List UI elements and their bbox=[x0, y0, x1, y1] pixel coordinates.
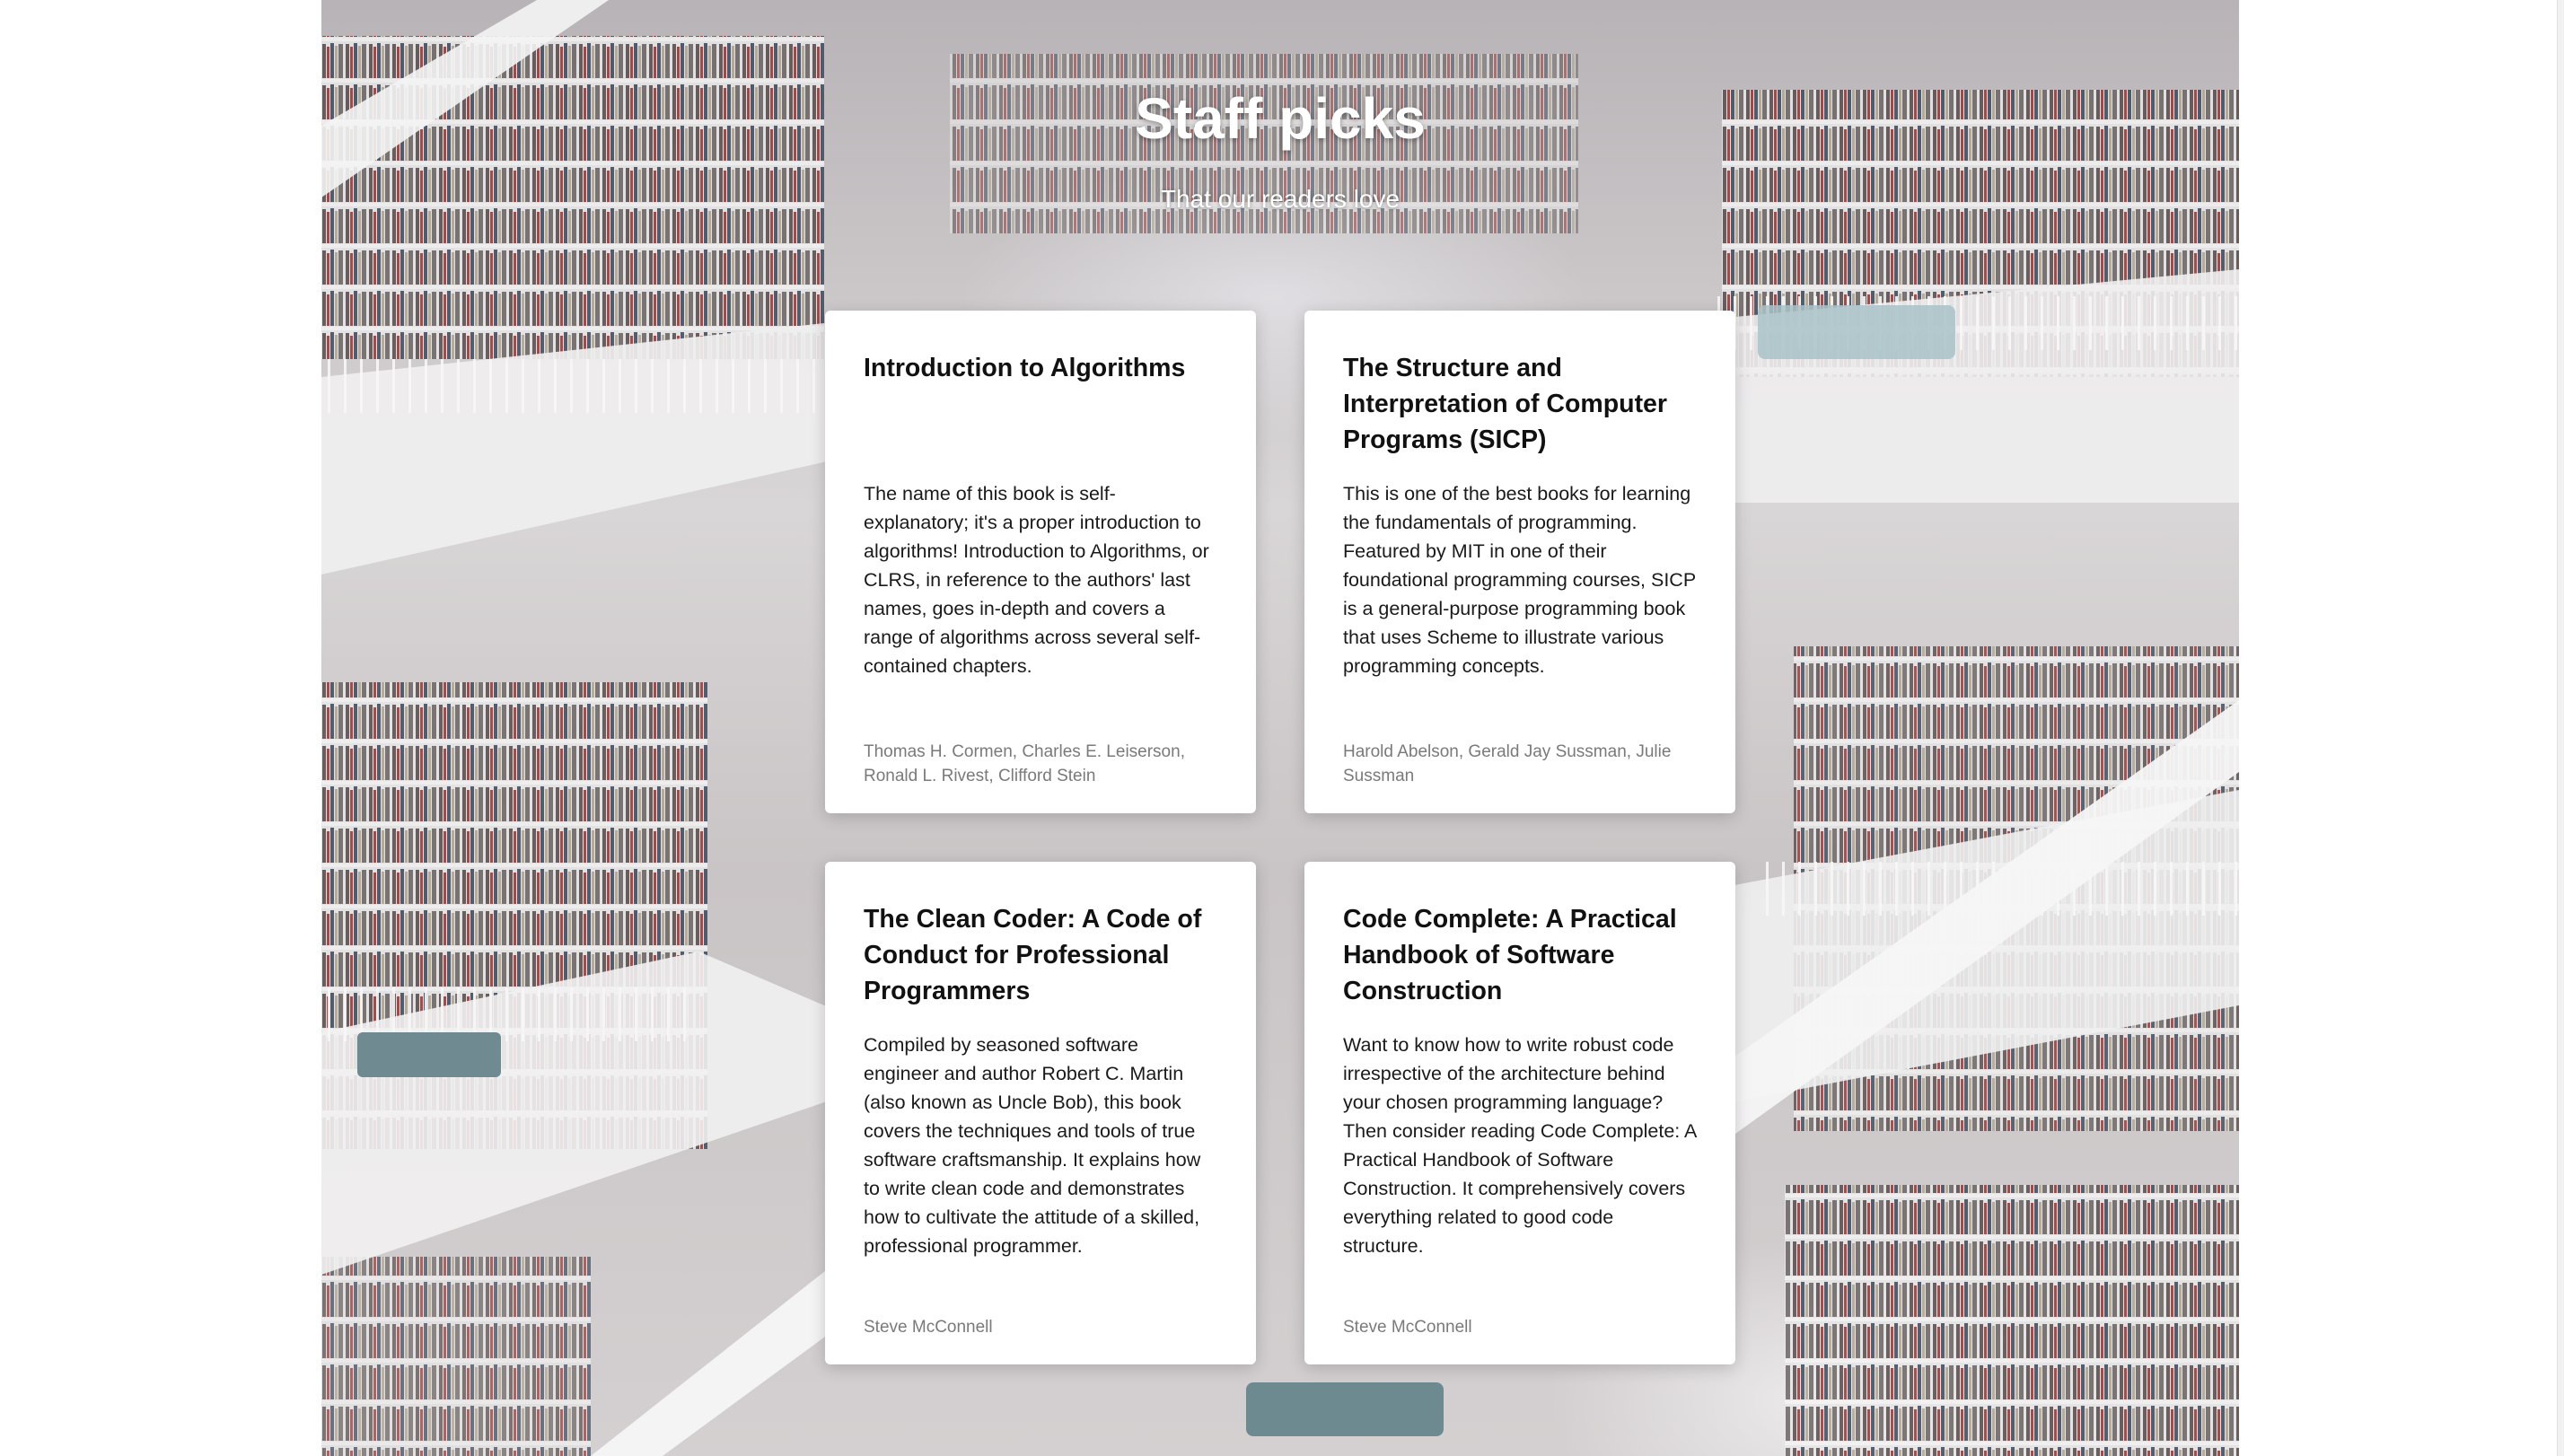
library-background-image bbox=[321, 0, 2239, 1456]
page-subtitle: That our readers love bbox=[1160, 185, 1401, 213]
section-header: Staff picks That our readers love bbox=[321, 90, 2239, 214]
book-title: The Structure and Interpretation of Comp… bbox=[1343, 354, 1667, 454]
book-description: This is one of the best books for learni… bbox=[1343, 483, 1696, 677]
book-description: Want to know how to write robust code ir… bbox=[1343, 1034, 1697, 1257]
book-title: Code Complete: A Practical Handbook of S… bbox=[1343, 905, 1677, 1005]
book-authors: Steve McConnell bbox=[1343, 1318, 1472, 1337]
book-description: The name of this book is self-explanator… bbox=[864, 483, 1209, 677]
book-card[interactable]: Introduction to Algorithms The name of t… bbox=[825, 311, 1256, 813]
book-card[interactable]: The Structure and Interpretation of Comp… bbox=[1304, 311, 1735, 813]
book-card[interactable]: Code Complete: A Practical Handbook of S… bbox=[1304, 862, 1735, 1364]
book-description: Compiled by seasoned software engineer a… bbox=[864, 1034, 1201, 1257]
page-scrollbar[interactable] bbox=[2557, 0, 2564, 1456]
book-title: The Clean Coder: A Code of Conduct for P… bbox=[864, 905, 1202, 1005]
library-interior-illustration bbox=[321, 0, 2239, 1456]
book-card[interactable]: The Clean Coder: A Code of Conduct for P… bbox=[825, 862, 1256, 1364]
page-title: Staff picks bbox=[1135, 86, 1426, 151]
book-authors: Steve McConnell bbox=[864, 1318, 993, 1337]
book-authors: Harold Abelson, Gerald Jay Sussman, Juli… bbox=[1343, 742, 1672, 785]
book-title: Introduction to Algorithms bbox=[864, 354, 1186, 382]
book-authors: Thomas H. Cormen, Charles E. Leiserson, … bbox=[864, 742, 1185, 785]
